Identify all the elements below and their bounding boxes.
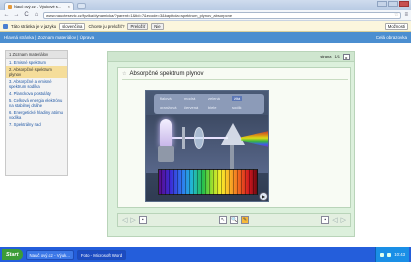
page-label: strana [320, 54, 332, 59]
materials-item[interactable]: 2. Absorpčné spektrum plynov [6, 66, 67, 78]
no-translate-button[interactable]: Nie [151, 22, 164, 30]
site-nav: Hlavná stránka | Zoznam materiálov | Úpr… [0, 32, 411, 43]
materials-item[interactable]: 6. Energetické hladiny atómu vodíka [6, 109, 67, 121]
translate-message: Táto stránka je v jazyku [11, 23, 57, 29]
address-bar: ← → C ⌂ www.nauctesevic.cz/fyzika/dynami… [0, 10, 411, 21]
favicon-icon [8, 4, 12, 9]
lesson-toolbar: ◁ ▷ ▪ ↖ 🔍 ✎ ▪ ◁ ▷ [117, 213, 351, 227]
translate-bar: Táto stránka je v jazyku slovenčina Chce… [0, 21, 411, 32]
filter-option[interactable]: sodík [232, 105, 242, 110]
pen-tool-button[interactable]: ✎ [241, 216, 249, 224]
title-divider [122, 79, 348, 80]
tab-title: Nauč ový.cz - Výukové s... [14, 4, 62, 9]
language-select[interactable]: slovenčina [59, 22, 86, 30]
filter-option[interactable]: modrá [184, 96, 195, 101]
taskbar-tasks: Nauč ový.cz - Výuk... Foto - Microsoft Wo… [25, 249, 127, 260]
materials-item[interactable]: 1. Emisné spektrum [6, 59, 67, 66]
materials-item[interactable]: 3. Absorpčné a emisné spektrum sodíka [6, 78, 67, 90]
next-page-button[interactable]: ▸ [343, 53, 350, 60]
materials-item[interactable]: 5. Celková energia elektrónu na stabilne… [6, 97, 67, 109]
zoom-tool-button[interactable]: 🔍 [230, 216, 238, 224]
filter-option[interactable]: žltá [232, 96, 243, 101]
materials-list: 1. Emisné spektrum 2. Absorpčné spektrum … [6, 59, 67, 128]
minimize-button[interactable] [377, 1, 387, 7]
filter-option[interactable]: biele [208, 105, 216, 110]
browser-tabstrip: Nauč ový.cz - Výukové s... × [0, 0, 411, 10]
back-icon[interactable]: ← [3, 12, 10, 18]
forward-icon[interactable]: → [13, 12, 20, 18]
prism [221, 123, 245, 145]
lesson-panel: ☆ Absorpčné spektrum plynov fialová modrá… [117, 67, 351, 208]
fullscreen-link[interactable]: Celá obrazovka [376, 35, 407, 40]
filter-option[interactable]: červená [184, 105, 198, 110]
url-text: www.nauctesevic.cz/fyzika/dynamicka/?par… [46, 12, 233, 18]
close-tab-icon[interactable]: × [68, 4, 70, 9]
right-tool-button[interactable]: ▪ [321, 216, 330, 224]
tray-icon [387, 252, 392, 257]
page-value: 1/1 [334, 54, 340, 59]
window-controls [377, 1, 409, 7]
filter-option[interactable]: fialová [160, 96, 172, 101]
bookmark-star-icon[interactable]: ☆ [394, 13, 398, 18]
site-nav-links[interactable]: Hlavná stránka | Zoznam materiálov | Úpr… [4, 35, 94, 40]
taskbar: Start Nauč ový.cz - Výuk... Foto - Micros… [0, 247, 411, 262]
menu-icon[interactable]: ≡ [404, 12, 408, 18]
lesson-title: Absorpčné spektrum plynov [129, 71, 204, 77]
filter-selector: fialová modrá zelená žltá oranžová červená bie… [154, 94, 264, 114]
filter-option[interactable]: zelená [208, 96, 220, 101]
filter-option[interactable]: oranžová [160, 105, 176, 110]
cursor-tool-button[interactable]: ↖ [219, 216, 227, 224]
section-star-icon: ☆ [122, 71, 127, 77]
tray-clock: 10:43 [394, 252, 405, 257]
tray-icon [380, 252, 385, 257]
play-button[interactable]: ▶ [259, 192, 268, 201]
taskbar-task[interactable]: Nauč ový.cz - Výuk... [25, 249, 74, 260]
lens [194, 127, 204, 149]
url-input[interactable]: www.nauctesevic.cz/fyzika/dynamicka/?par… [43, 11, 402, 19]
gas-lamp [160, 119, 172, 147]
materials-menu: 1 Zoznam materiálov 1. Emisné spektrum 2.… [5, 50, 68, 176]
next-arrow-icon[interactable]: ▷ [130, 216, 135, 224]
prev-arrow-right-icon[interactable]: ◁ [332, 216, 337, 224]
translate-options-button[interactable]: Možnosti [384, 22, 408, 30]
taskbar-task[interactable]: Foto - Microsoft Word [76, 249, 127, 260]
next-arrow-right-icon[interactable]: ▷ [341, 216, 346, 224]
maximize-button[interactable] [388, 1, 398, 7]
translate-question: Chcete ju preložiť? [88, 23, 125, 29]
close-window-button[interactable] [399, 1, 409, 7]
absorption-lines [158, 169, 258, 195]
lamp-base [158, 146, 174, 162]
web-page: Hlavná stránka | Zoznam materiálov | Úpr… [0, 32, 411, 247]
new-tab-button[interactable] [77, 3, 86, 9]
start-button[interactable]: Start [2, 249, 23, 260]
start-label: Start [6, 251, 19, 258]
browser-tab[interactable]: Nauč ový.cz - Výukové s... × [4, 2, 74, 10]
home-icon[interactable]: ⌂ [33, 12, 40, 18]
slit [182, 127, 185, 149]
reload-icon[interactable]: C [23, 12, 30, 18]
pager-bar: strana 1/1 ▸ [108, 52, 354, 62]
prev-arrow-icon[interactable]: ◁ [122, 216, 127, 224]
materials-menu-header: 1 Zoznam materiálov [6, 51, 67, 59]
translate-button[interactable]: Preložiť [127, 22, 149, 30]
spectroscope-animation[interactable]: fialová modrá zelená žltá oranžová červená bie… [145, 90, 269, 202]
lesson-content: strana 1/1 ▸ ☆ Absorpčné spektrum plynov… [107, 51, 355, 237]
materials-item[interactable]: 4. Planckova postuláty [6, 90, 67, 97]
materials-item[interactable]: 7. Spektrálny rad [6, 121, 67, 128]
system-tray: 10:43 [375, 247, 409, 262]
lesson-title-row: ☆ Absorpčné spektrum plynov [122, 71, 204, 77]
left-tool-button[interactable]: ▪ [138, 216, 147, 224]
translate-icon [3, 23, 8, 29]
